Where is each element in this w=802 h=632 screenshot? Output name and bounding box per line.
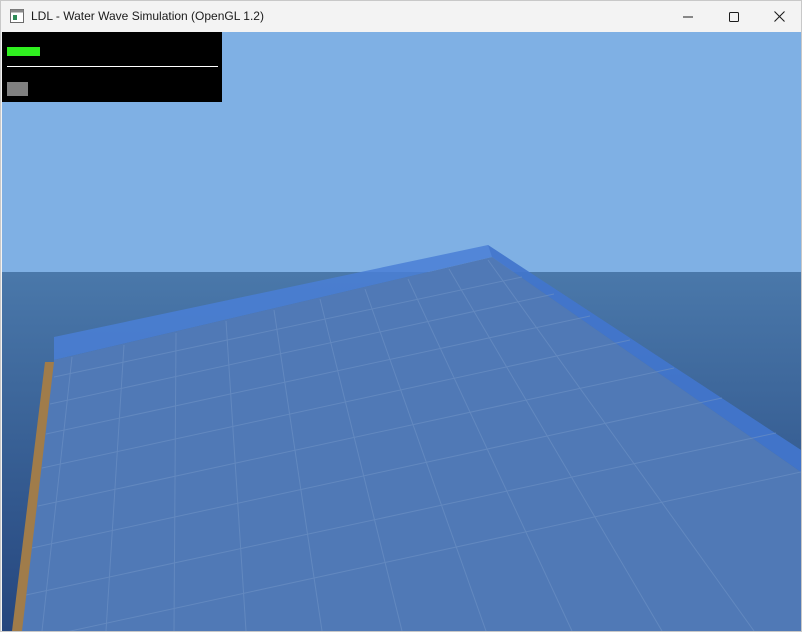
minimize-button[interactable] [665,1,711,32]
window-title: LDL - Water Wave Simulation (OpenGL 1.2) [31,9,264,23]
app-window: LDL - Water Wave Simulation (OpenGL 1.2) [0,0,802,632]
close-button[interactable] [756,1,801,32]
close-icon [773,11,785,22]
maximize-button[interactable] [711,1,757,32]
maximize-icon [729,11,739,22]
memory-bar [7,82,28,96]
minimize-icon [683,16,693,17]
opengl-viewport[interactable] [2,32,801,631]
title-bar[interactable]: LDL - Water Wave Simulation (OpenGL 1.2) [1,1,801,32]
hud-panel [2,32,222,102]
fps-bar [7,47,40,56]
scene-canvas [2,32,801,631]
window-app-icon [10,9,24,23]
hud-divider [7,66,218,67]
